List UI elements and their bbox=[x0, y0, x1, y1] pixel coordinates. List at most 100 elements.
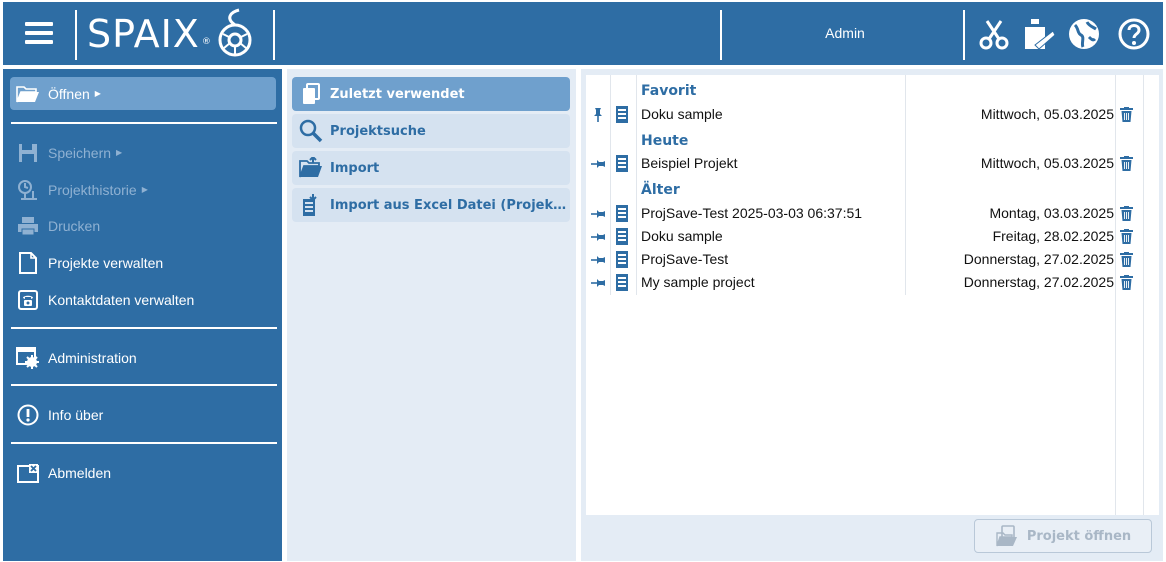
sidebar-item-manage-contacts[interactable]: Kontaktdaten verwalten bbox=[10, 283, 276, 316]
user-name[interactable]: Admin bbox=[723, 2, 967, 65]
logout-icon bbox=[16, 461, 40, 485]
table-row[interactable]: Doku sample Mittwoch, 05.03.2025 bbox=[586, 103, 1146, 126]
sidebar-item-label: Kontaktdaten verwalten bbox=[48, 291, 195, 308]
project-date: Donnerstag, 27.02.2025 bbox=[963, 274, 1114, 290]
project-date: Mittwoch, 05.03.2025 bbox=[980, 106, 1114, 122]
project-document-icon bbox=[616, 274, 628, 291]
project-date: Donnerstag, 27.02.2025 bbox=[963, 251, 1114, 267]
group-header-today: Heute bbox=[641, 133, 689, 149]
project-name[interactable]: Doku sample bbox=[641, 228, 723, 244]
sidebar-item-label: Abmelden bbox=[48, 464, 112, 481]
logo-swirl-icon bbox=[218, 8, 252, 57]
chevron-right-icon: ▶ bbox=[94, 89, 101, 98]
group-header-favorite: Favorit bbox=[641, 83, 697, 99]
tab-label: Import aus Excel Datei (Projekt... bbox=[330, 197, 570, 213]
sidebar-divider bbox=[11, 122, 277, 124]
scissors-icon[interactable] bbox=[977, 17, 1011, 51]
history-icon bbox=[16, 178, 40, 202]
trash-icon[interactable] bbox=[1120, 252, 1133, 267]
sidebar-item-label: Info über bbox=[48, 406, 104, 423]
table-row[interactable]: Doku sample Freitag, 28.02.2025 bbox=[586, 225, 1146, 248]
pin-icon[interactable] bbox=[590, 229, 606, 245]
sidebar-item-label: Administration bbox=[48, 349, 137, 366]
pin-icon[interactable] bbox=[590, 206, 606, 222]
project-date: Montag, 03.03.2025 bbox=[989, 205, 1114, 221]
sidebar-item-administration[interactable]: Administration bbox=[10, 341, 276, 374]
document-icon bbox=[16, 251, 40, 275]
header-divider bbox=[963, 10, 965, 60]
sidebar-divider bbox=[11, 442, 277, 444]
recent-documents-icon bbox=[298, 81, 324, 107]
project-document-icon bbox=[616, 228, 628, 245]
header-divider bbox=[273, 10, 275, 60]
help-icon[interactable] bbox=[1117, 17, 1151, 51]
save-icon bbox=[16, 141, 40, 165]
table-row[interactable]: My sample project Donnerstag, 27.02.2025 bbox=[586, 271, 1146, 294]
import-excel-icon bbox=[298, 192, 324, 218]
trash-icon[interactable] bbox=[1120, 275, 1133, 290]
sidebar-item-manage-projects[interactable]: Projekte verwalten bbox=[10, 246, 276, 279]
trash-icon[interactable] bbox=[1120, 156, 1133, 171]
project-name[interactable]: My sample project bbox=[641, 274, 755, 290]
phone-book-icon bbox=[16, 288, 40, 312]
tab-import[interactable]: Import bbox=[292, 151, 570, 185]
pin-icon[interactable] bbox=[590, 252, 606, 268]
logo: SPAIX ® bbox=[87, 8, 255, 60]
admin-settings-icon bbox=[16, 346, 40, 370]
project-name[interactable]: ProjSave-Test bbox=[641, 251, 728, 267]
sidebar-item-save[interactable]: Speichern ▶ bbox=[10, 136, 276, 169]
tab-import-excel[interactable]: Import aus Excel Datei (Projekt... bbox=[292, 188, 570, 222]
open-options-panel: Zuletzt verwendet Projektsuche Import Im… bbox=[287, 69, 576, 561]
app-window: SPAIX ® Admin Öffnen ▶ Speichern ▶ Proje… bbox=[0, 0, 1166, 562]
sidebar-item-info[interactable]: Info über bbox=[10, 398, 276, 431]
tab-recent[interactable]: Zuletzt verwendet bbox=[292, 77, 570, 111]
open-project-button[interactable]: Projekt öffnen bbox=[974, 519, 1152, 553]
sidebar-item-history[interactable]: Projekthistorie ▶ bbox=[10, 173, 276, 206]
trash-icon[interactable] bbox=[1120, 107, 1133, 122]
project-name[interactable]: ProjSave-Test 2025-03-03 06:37:51 bbox=[641, 205, 862, 221]
trash-icon[interactable] bbox=[1120, 206, 1133, 221]
table-row[interactable]: ProjSave-Test 2025-03-03 06:37:51 Montag… bbox=[586, 202, 1146, 225]
info-icon bbox=[16, 403, 40, 427]
weight-icon[interactable] bbox=[1021, 17, 1055, 51]
project-document-icon bbox=[616, 251, 628, 268]
tab-label: Zuletzt verwendet bbox=[330, 86, 465, 102]
tab-project-search[interactable]: Projektsuche bbox=[292, 114, 570, 148]
sidebar-item-label: Projekte verwalten bbox=[48, 254, 164, 271]
header-divider bbox=[720, 10, 722, 60]
pin-icon-pinned[interactable] bbox=[590, 107, 606, 123]
project-list-panel: Favorit Doku sample Mittwoch, 05.03.2025… bbox=[581, 69, 1163, 561]
printer-icon bbox=[16, 214, 40, 238]
sidebar-divider bbox=[11, 384, 277, 386]
project-date: Mittwoch, 05.03.2025 bbox=[980, 155, 1114, 171]
table-row[interactable]: Beispiel Projekt Mittwoch, 05.03.2025 bbox=[586, 152, 1146, 175]
sidebar-item-logout[interactable]: Abmelden bbox=[10, 456, 276, 489]
project-document-icon bbox=[616, 155, 628, 172]
folder-open-icon bbox=[16, 82, 40, 106]
open-project-icon bbox=[995, 524, 1019, 548]
recent-projects-list: Favorit Doku sample Mittwoch, 05.03.2025… bbox=[586, 75, 1159, 515]
globe-icon[interactable] bbox=[1067, 17, 1101, 51]
sidebar-item-label: Öffnen bbox=[48, 85, 90, 102]
trash-icon[interactable] bbox=[1120, 229, 1133, 244]
tab-label: Import bbox=[330, 160, 380, 176]
sidebar: Öffnen ▶ Speichern ▶ Projekthistorie ▶ D… bbox=[3, 69, 282, 561]
project-document-icon bbox=[616, 205, 628, 222]
sidebar-divider bbox=[11, 327, 277, 329]
header-bar: SPAIX ® Admin bbox=[3, 2, 1163, 65]
project-document-icon bbox=[616, 106, 628, 123]
project-name[interactable]: Doku sample bbox=[641, 106, 723, 122]
logo-registered-mark: ® bbox=[201, 37, 211, 47]
header-divider bbox=[75, 10, 77, 60]
menu-icon[interactable] bbox=[25, 22, 53, 46]
pin-icon[interactable] bbox=[590, 156, 606, 172]
project-name[interactable]: Beispiel Projekt bbox=[641, 155, 738, 171]
sidebar-item-label: Projekthistorie bbox=[48, 181, 137, 198]
pin-icon[interactable] bbox=[590, 275, 606, 291]
column-divider bbox=[1115, 75, 1116, 515]
sidebar-item-open[interactable]: Öffnen ▶ bbox=[10, 77, 276, 110]
sidebar-item-print[interactable]: Drucken bbox=[10, 209, 276, 242]
open-project-label: Projekt öffnen bbox=[1026, 528, 1132, 544]
table-row[interactable]: ProjSave-Test Donnerstag, 27.02.2025 bbox=[586, 248, 1146, 271]
sidebar-item-label: Drucken bbox=[48, 217, 101, 234]
